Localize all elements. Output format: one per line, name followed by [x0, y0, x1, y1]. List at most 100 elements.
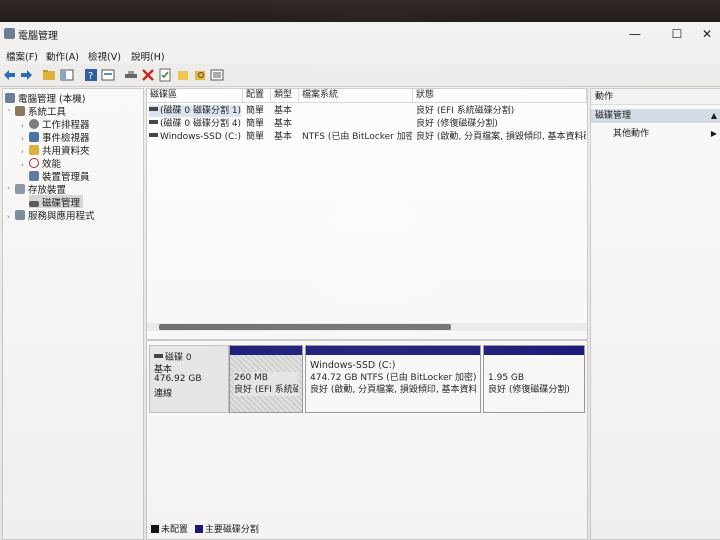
tree-item-disk-management[interactable]: 磁碟管理: [29, 195, 84, 209]
tree-item-root[interactable]: 電腦管理 (本機): [5, 91, 85, 105]
partition-windows-ssd[interactable]: Windows-SSD (C:) 474.72 GB NTFS (已由 BitL…: [305, 345, 481, 413]
partition-recovery[interactable]: 1.95 GB 良好 (修復磁碟分割): [483, 345, 585, 413]
check-icon[interactable]: [158, 68, 172, 82]
chevron-right-icon[interactable]: ›: [21, 161, 29, 169]
disk-icon: [29, 201, 39, 207]
screen: 電腦管理 — ☐ ✕ 檔案(F) 動作(A) 檢視(V) 說明(H) ? 電腦管…: [0, 0, 720, 540]
column-header-layout[interactable]: 配置: [243, 89, 271, 103]
tree-item-event-viewer[interactable]: › 事件檢視器: [21, 130, 90, 144]
back-arrow-icon[interactable]: [3, 68, 17, 82]
close-button[interactable]: ✕: [692, 25, 720, 43]
search-folder-icon[interactable]: [193, 68, 207, 82]
tree-item-storage[interactable]: ˅ 存放裝置: [7, 182, 66, 196]
layout-cell: 簡單: [246, 119, 265, 129]
chevron-right-icon[interactable]: ›: [21, 148, 29, 156]
legend-unallocated: 未配置: [161, 525, 189, 535]
tree-item-shared-folders[interactable]: › 共用資料夾: [21, 143, 90, 157]
column-header-status[interactable]: 狀態: [413, 89, 587, 103]
properties-icon[interactable]: [101, 68, 115, 82]
legend: 未配置 主要磁碟分割: [151, 522, 259, 535]
delete-icon[interactable]: [141, 68, 155, 82]
unallocated-swatch: [151, 525, 159, 533]
volume-list: 磁碟區 配置 類型 檔案系統 狀態 (磁碟 0 磁碟分割 1) 簡單 基本 良好…: [146, 88, 588, 340]
chevron-down-icon[interactable]: ˅: [7, 109, 15, 117]
help-icon[interactable]: ?: [84, 68, 98, 82]
show-hide-tree-icon[interactable]: [60, 68, 74, 82]
computer-icon: [5, 93, 15, 103]
chevron-right-icon[interactable]: ▶: [711, 127, 717, 141]
menu-bar: 檔案(F) 動作(A) 檢視(V) 說明(H): [0, 46, 720, 64]
partition-status: 良好 (EFI 系統磁: [234, 385, 298, 395]
partition-status: 良好 (啟動, 分頁檔案, 損毀傾印, 基本資料磁: [310, 385, 476, 395]
event-viewer-icon: [29, 132, 39, 142]
clock-icon: [29, 119, 39, 129]
chevron-right-icon[interactable]: ›: [7, 213, 15, 221]
connect-disk-icon[interactable]: [124, 68, 138, 82]
more-actions-label: 其他動作: [613, 129, 650, 139]
computer-management-window: 電腦管理 — ☐ ✕ 檔案(F) 動作(A) 檢視(V) 說明(H) ? 電腦管…: [0, 22, 720, 540]
disk-state: 連線: [154, 389, 173, 399]
menu-file[interactable]: 檔案(F): [6, 49, 38, 63]
chevron-up-icon[interactable]: ▲: [711, 109, 717, 123]
actions-pane: 動作 磁碟管理 ▲ 其他動作 ▶: [590, 88, 720, 540]
more-actions[interactable]: 其他動作: [613, 127, 649, 141]
services-icon: [15, 210, 25, 220]
chevron-down-icon[interactable]: ˅: [7, 187, 15, 195]
device-manager-icon: [29, 171, 39, 181]
chevron-right-icon[interactable]: ›: [21, 122, 29, 130]
tools-icon: [15, 106, 25, 116]
new-folder-icon[interactable]: [176, 68, 190, 82]
column-header-volume[interactable]: 磁碟區: [147, 89, 243, 103]
status-cell: 良好 (啟動, 分頁檔案, 損毀傾印, 基本資料磁: [416, 132, 586, 142]
tree-item-performance[interactable]: › 效能: [21, 156, 61, 170]
status-cell: 良好 (修復磁碟分割): [416, 119, 498, 129]
partition-type-band: [230, 346, 302, 355]
window-title: 電腦管理: [18, 31, 58, 42]
partition-type-band: [484, 346, 584, 355]
title-bar: 電腦管理 — ☐ ✕: [0, 22, 720, 46]
volume-icon: [149, 107, 158, 111]
primary-swatch: [194, 525, 203, 533]
layout-cell: 簡單: [246, 132, 265, 142]
menu-view[interactable]: 檢視(V): [88, 49, 121, 63]
toolbar: ?: [0, 64, 720, 87]
disk-size: 476.92 GB: [154, 374, 202, 384]
volume-cell: (磁碟 0 磁碟分割 1): [149, 105, 241, 117]
tree-item-task-scheduler[interactable]: › 工作排程器: [21, 117, 90, 131]
chevron-right-icon[interactable]: ›: [21, 135, 29, 143]
volume-name: (磁碟 0 磁碟分割 4): [160, 119, 241, 129]
tree-item-label: 服務與應用程式: [28, 211, 95, 222]
navigation-tree: 電腦管理 (本機) ˅ 系統工具 › 工作排程器 › 事件檢視器 › 共用資料夾 › 效能…: [2, 88, 144, 540]
type-cell: 基本: [274, 132, 293, 142]
partition-efi[interactable]: 260 MB 良好 (EFI 系統磁: [229, 345, 303, 413]
partition-status: 良好 (修復磁碟分割): [488, 385, 570, 395]
filesystem-cell: NTFS (已由 BitLocker 加密): [302, 132, 412, 142]
list-view-icon[interactable]: [210, 68, 224, 82]
partition-text: Windows-SSD (C:) 474.72 GB NTFS (已由 BitL…: [310, 360, 477, 396]
minimize-button[interactable]: —: [620, 25, 650, 43]
tree-item-services[interactable]: › 服務與應用程式: [7, 208, 95, 222]
forward-arrow-icon[interactable]: [19, 68, 33, 82]
column-header-filesystem[interactable]: 檔案系統: [299, 89, 413, 103]
menu-action[interactable]: 動作(A): [46, 49, 79, 63]
tree-item-system-tools[interactable]: ˅ 系統工具: [7, 104, 66, 118]
up-folder-icon[interactable]: [42, 68, 56, 82]
menu-help[interactable]: 說明(H): [131, 49, 165, 63]
actions-section-label: 磁碟管理: [595, 111, 632, 121]
scrollbar-thumb[interactable]: [159, 324, 451, 330]
disk-0-info[interactable]: 磁碟 0 基本 476.92 GB 連線: [149, 345, 229, 413]
partition-text: 260 MB 良好 (EFI 系統磁: [234, 372, 298, 396]
column-header-type[interactable]: 類型: [271, 89, 299, 103]
tree-item-device-manager[interactable]: 裝置管理員: [29, 169, 90, 183]
svg-text:?: ?: [88, 71, 93, 82]
disk-icon: [154, 354, 163, 358]
volume-icon: [149, 133, 158, 137]
maximize-button[interactable]: ☐: [662, 25, 692, 43]
actions-section-disk-management[interactable]: 磁碟管理 ▲: [591, 109, 720, 123]
partition-size: 1.95 GB: [488, 373, 525, 383]
volume-icon: [149, 120, 158, 124]
storage-icon: [15, 184, 25, 194]
monitor-bezel: [0, 0, 720, 22]
partition-size: 260 MB: [234, 373, 268, 383]
partition-name: Windows-SSD (C:): [310, 360, 396, 371]
